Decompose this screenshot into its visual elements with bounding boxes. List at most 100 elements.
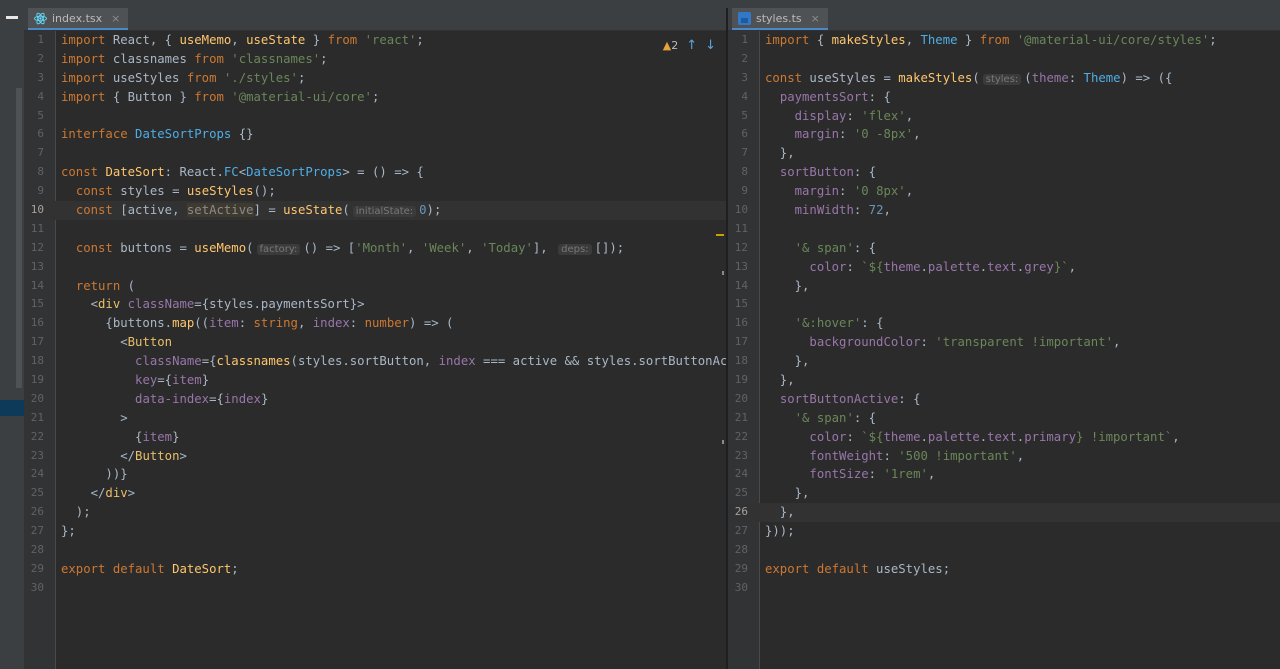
line-number: 22 [734,429,748,443]
line-number: 6 [741,127,748,141]
line-number: 14 [30,278,44,292]
line-number: 13 [30,259,44,273]
code-line: 11 [24,220,726,239]
line-number: 11 [734,221,748,235]
line-number: 26 [734,505,748,519]
line-number: 8 [741,165,748,179]
code-line: 9 const styles = useStyles(); [24,182,726,201]
code-line: 25 </div> [24,484,726,503]
ide-window: index.tsx × ▲2 ↑ ↓ 1 import React, { useM… [0,0,1280,669]
left-tool-strip [0,8,24,669]
tab-index-tsx[interactable]: index.tsx × [28,8,129,30]
selection-marker [0,400,24,416]
line-number: 20 [30,391,44,405]
code-line: 5 [24,107,726,126]
close-icon[interactable]: × [111,12,120,25]
line-number: 29 [734,561,748,575]
line-number: 28 [734,543,748,557]
collapse-icon[interactable] [6,16,18,19]
code-line: 12 '& span': { [728,239,1280,258]
code-line: 6 interface DateSortProps {} [24,125,726,144]
line-number: 19 [734,373,748,387]
code-line: 20 data-index={index} [24,390,726,409]
line-number: 24 [734,467,748,481]
code-line: 14 }, [728,277,1280,296]
line-number: 15 [30,297,44,311]
code-line: 3 import useStyles from './styles'; [24,69,726,88]
code-line: 30 [728,579,1280,598]
code-line: 21 '& span': { [728,409,1280,428]
scrollbar[interactable] [16,88,22,388]
line-number: 15 [734,297,748,311]
code-line: 16 '&:hover': { [728,314,1280,333]
code-line: 24 ))} [24,465,726,484]
stripe-marker[interactable] [722,271,724,275]
line-number: 30 [30,580,44,594]
code-line: 16 {buttons.map((item: string, index: nu… [24,314,726,333]
tab-label: styles.ts [756,11,802,25]
tab-bar: styles.ts × [728,8,1280,31]
code-line: 27}; [24,522,726,541]
line-number: 5 [37,108,44,122]
line-number: 2 [37,51,44,65]
line-number: 20 [734,391,748,405]
line-number: 14 [734,278,748,292]
line-number: 30 [734,580,748,594]
line-number: 8 [37,165,44,179]
code-line: 11 [728,220,1280,239]
code-area[interactable]: 1 import { makeStyles, Theme } from '@mat… [728,31,1280,669]
code-line: 6 margin: '0 -8px', [728,125,1280,144]
code-line: 23 </Button> [24,447,726,466]
code-area[interactable]: 1 import React, { useMemo, useState } fro… [24,31,726,669]
code-line: 29 export default DateSort; [24,560,726,579]
tab-bar: index.tsx × [24,8,726,31]
code-line: 19 key={item} [24,371,726,390]
line-number: 16 [734,316,748,330]
code-line: 8 sortButton: { [728,163,1280,182]
code-line: 22 color: `${theme.palette.text.primary}… [728,428,1280,447]
code-line: 21 > [24,409,726,428]
warning-marker[interactable] [716,234,724,236]
typescript-file-icon [738,11,751,25]
line-number: 21 [30,410,44,424]
line-number: 17 [30,335,44,349]
code-line: 3 const useStyles = makeStyles(styles: (th… [728,69,1280,88]
close-icon[interactable]: × [811,12,820,25]
react-icon [34,12,47,25]
line-number: 10 [30,203,44,217]
code-line: 22 {item} [24,428,726,447]
code-line: 1 import React, { useMemo, useState } fro… [24,31,726,50]
code-line-current: 10 const [active, setActive] = useState(… [24,201,726,220]
line-number: 13 [734,259,748,273]
code-line: 28 [728,541,1280,560]
line-number: 18 [30,354,44,368]
code-line: 26 ); [24,503,726,522]
line-number: 1 [741,33,748,46]
code-line: 17 <Button [24,333,726,352]
code-line: 25 }, [728,484,1280,503]
stripe-marker[interactable] [722,440,724,444]
code-line: 4 import { Button } from '@material-ui/co… [24,88,726,107]
code-line: 5 display: 'flex', [728,107,1280,126]
code-line: 7 [24,144,726,163]
code-line-current: 26 }, [728,503,1280,523]
line-number: 19 [30,373,44,387]
editor-pane-styles: styles.ts × 1 import { makeStyles, Theme … [728,8,1280,669]
line-number: 4 [37,89,44,103]
line-number: 3 [37,70,44,84]
code-line: 29 export default useStyles; [728,560,1280,579]
line-number: 4 [741,89,748,103]
line-number: 1 [37,33,44,46]
line-number: 11 [30,221,44,235]
tab-styles-ts[interactable]: styles.ts × [732,8,828,30]
code-line: 2 [728,50,1280,69]
code-line: 10 minWidth: 72, [728,201,1280,220]
code-line: 13 [24,258,726,277]
line-number: 6 [37,127,44,141]
line-number: 7 [741,146,748,160]
editor-pane-index: index.tsx × ▲2 ↑ ↓ 1 import React, { useM… [24,8,726,669]
code-line: 18 }, [728,352,1280,371]
code-line: 23 fontWeight: '500 !important', [728,447,1280,466]
code-line: 19 }, [728,371,1280,390]
line-number: 27 [734,524,748,538]
